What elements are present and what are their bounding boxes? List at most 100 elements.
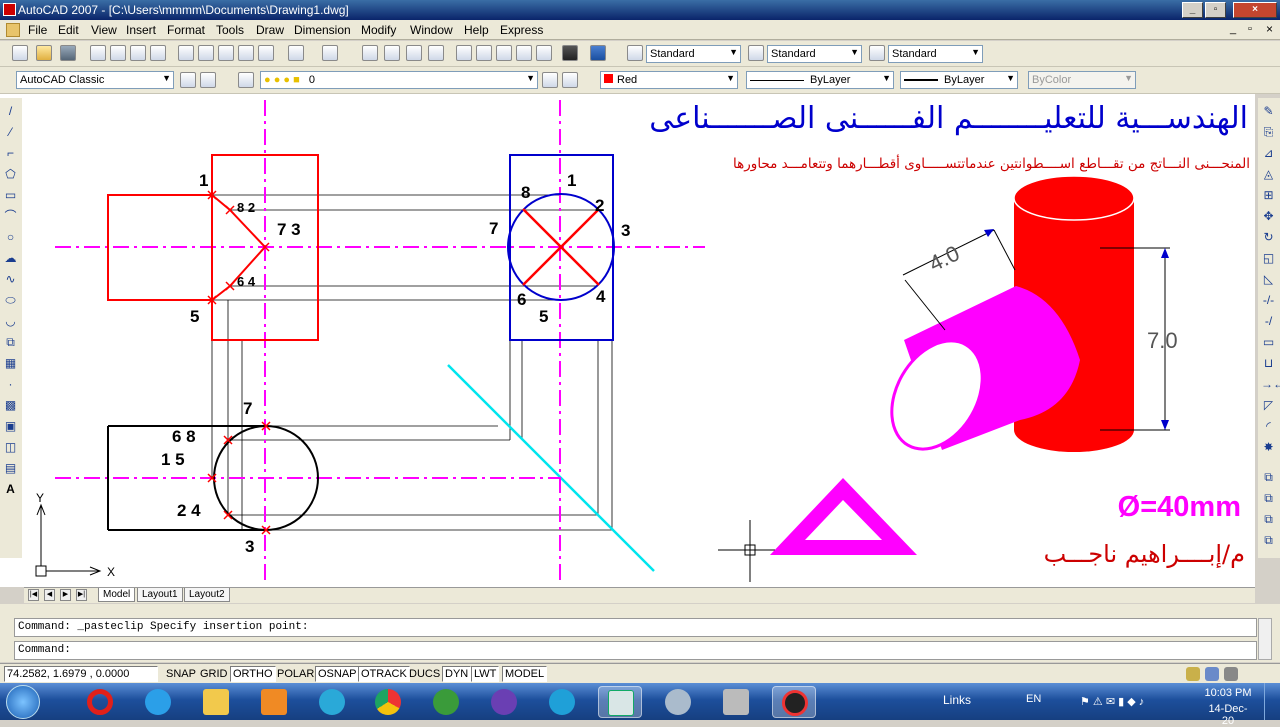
chrome-taskbar-icon[interactable] [366, 686, 410, 718]
menu-insert[interactable]: Insert [126, 23, 156, 37]
tab-model[interactable]: Model [98, 588, 136, 602]
app3-taskbar-icon[interactable] [714, 686, 758, 718]
dyn-toggle[interactable]: DYN [442, 666, 472, 682]
prev-tab-icon[interactable]: ◀ [44, 589, 55, 601]
explode-icon[interactable]: ✸ [1261, 440, 1276, 455]
dim-style-icon[interactable] [748, 45, 764, 61]
menu-draw[interactable]: Draw [256, 23, 284, 37]
text-style-select[interactable]: Standard ▼ [646, 45, 741, 63]
document-icon[interactable] [6, 23, 20, 37]
links-toolbar[interactable]: Links [943, 693, 971, 707]
polyline-icon[interactable]: ⌐ [3, 146, 18, 161]
plot-preview-icon[interactable] [110, 45, 126, 61]
color-select[interactable]: Red ▼ [600, 71, 738, 89]
edge-taskbar-icon[interactable] [540, 686, 584, 718]
offset-icon[interactable]: ◬ [1261, 167, 1276, 182]
tool-palettes-icon[interactable] [496, 45, 512, 61]
join-icon[interactable]: →← [1261, 377, 1280, 392]
lock-icon[interactable] [1186, 667, 1200, 681]
workspace-save-icon[interactable] [200, 72, 216, 88]
paste-icon[interactable] [218, 45, 234, 61]
publish-icon[interactable] [130, 45, 146, 61]
properties-icon[interactable] [456, 45, 472, 61]
fillet-icon[interactable]: ◜ [1261, 419, 1276, 434]
autocad-app-icon[interactable] [3, 3, 16, 16]
dim-style-select[interactable]: Standard ▼ [767, 45, 862, 63]
table-icon[interactable]: ▤ [3, 461, 18, 476]
clean-screen-icon[interactable] [1224, 667, 1238, 681]
coordinate-readout[interactable]: 74.2582, 1.6979 , 0.0000 [4, 666, 158, 682]
drawing-canvas[interactable]: 1 8 2 7 3 6 4 5 1 8 2 7 3 6 4 5 7 6 8 1 … [0, 94, 1255, 587]
polar-toggle[interactable]: POLAR [274, 666, 317, 682]
browser-taskbar-icon[interactable] [424, 686, 468, 718]
stretch-icon[interactable]: ◺ [1261, 272, 1276, 287]
lineweight-select[interactable]: ByLayer ▼ [900, 71, 1018, 89]
doc-restore-button[interactable]: ▫ [1248, 23, 1252, 35]
move-icon[interactable]: ✥ [1261, 209, 1276, 224]
cut-icon[interactable] [178, 45, 194, 61]
grid-toggle[interactable]: GRID [197, 666, 231, 682]
break-icon[interactable]: ⊔ [1261, 356, 1276, 371]
command-input[interactable]: Command: [14, 641, 1257, 660]
point-icon[interactable]: · [3, 377, 18, 392]
multiline-text-icon[interactable]: A [3, 482, 18, 497]
app-taskbar-icon[interactable] [482, 686, 526, 718]
menu-format[interactable]: Format [167, 23, 205, 37]
start-button[interactable] [6, 685, 40, 719]
otrack-toggle[interactable]: OTRACK [358, 666, 410, 682]
show-desktop-button[interactable] [1264, 683, 1280, 720]
doc-close-button[interactable]: × [1266, 22, 1273, 36]
menu-modify[interactable]: Modify [361, 23, 396, 37]
rectangle-icon[interactable]: ▭ [3, 188, 18, 203]
tray-icons[interactable]: ⚑ ⚠ ✉ ▮ ◆ ♪ [1080, 695, 1144, 708]
3d-dwf-icon[interactable] [150, 45, 166, 61]
maximize-button[interactable]: ▫ [1205, 2, 1226, 18]
design-center-icon[interactable] [476, 45, 492, 61]
insert-block-icon[interactable]: ⧉ [3, 335, 18, 350]
hatch-icon[interactable]: ▩ [3, 398, 18, 413]
break-at-point-icon[interactable]: ▭ [1261, 335, 1276, 350]
save-icon[interactable] [60, 45, 76, 61]
chamfer-icon[interactable]: ◸ [1261, 398, 1276, 413]
menu-file[interactable]: File [28, 23, 47, 37]
markup-icon[interactable] [536, 45, 552, 61]
doc-minimize-button[interactable]: _ [1230, 23, 1236, 35]
calculator-icon[interactable] [562, 45, 578, 61]
open-icon[interactable] [36, 45, 52, 61]
make-block-icon[interactable]: ▦ [3, 356, 18, 371]
line-icon[interactable]: / [3, 104, 18, 119]
ellipse-arc-icon[interactable]: ◡ [3, 314, 18, 329]
redo-icon[interactable] [322, 45, 338, 61]
table-style-icon[interactable] [869, 45, 885, 61]
block-editor-icon[interactable] [258, 45, 274, 61]
draworder-back-icon[interactable]: ⧉ [1261, 512, 1276, 527]
workspace-settings-icon[interactable] [180, 72, 196, 88]
menu-window[interactable]: Window [410, 23, 453, 37]
gradient-icon[interactable]: ▣ [3, 419, 18, 434]
mirror-icon[interactable]: ⊿ [1261, 146, 1276, 161]
comm-center-icon[interactable] [1205, 667, 1219, 681]
opera-taskbar-icon[interactable] [78, 686, 122, 718]
osnap-toggle[interactable]: OSNAP [315, 666, 360, 682]
internet-explorer-taskbar-icon[interactable] [136, 686, 180, 718]
circle-icon[interactable]: ○ [3, 230, 18, 245]
autocad-taskbar-icon[interactable] [598, 686, 642, 718]
copy-icon[interactable] [198, 45, 214, 61]
first-tab-icon[interactable]: |◀ [28, 589, 39, 601]
next-tab-icon[interactable]: ▶ [60, 589, 71, 601]
clock-time[interactable]: 10:03 PM [1203, 687, 1253, 699]
plot-icon[interactable] [90, 45, 106, 61]
ellipse-icon[interactable]: ⬭ [3, 293, 18, 308]
workspace-select[interactable]: AutoCAD Classic ▼ [16, 71, 174, 89]
menu-express[interactable]: Express [500, 23, 543, 37]
close-button[interactable]: × [1233, 2, 1277, 18]
zoom-realtime-icon[interactable] [384, 45, 400, 61]
lwt-toggle[interactable]: LWT [471, 666, 500, 682]
pan-icon[interactable] [362, 45, 378, 61]
draworder-icon[interactable]: ⧉ [1261, 470, 1276, 485]
language-indicator[interactable]: EN [1026, 693, 1041, 705]
undo-icon[interactable] [288, 45, 304, 61]
arc-icon[interactable]: ⌒ [3, 209, 18, 224]
scale-icon[interactable]: ◱ [1261, 251, 1276, 266]
linetype-select[interactable]: ByLayer ▼ [746, 71, 894, 89]
